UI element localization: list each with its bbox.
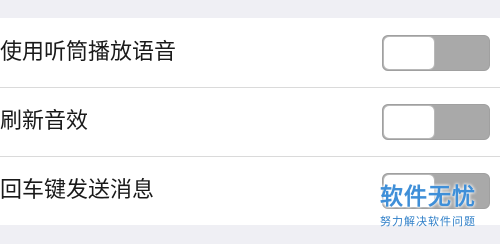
setting-label-earpiece-playback: 使用听筒播放语音: [0, 39, 177, 65]
toggle-knob: [383, 174, 435, 208]
toggle-knob: [383, 105, 435, 139]
settings-list: 使用听筒播放语音 刷新音效 回车键发送消息: [0, 18, 500, 225]
setting-label-enter-to-send: 回车键发送消息: [0, 178, 155, 203]
refresh-sound-toggle[interactable]: [382, 104, 490, 140]
setting-row-enter-to-send: 回车键发送消息: [0, 156, 500, 225]
setting-label-refresh-sound: 刷新音效: [0, 109, 89, 134]
earpiece-playback-toggle[interactable]: [382, 34, 490, 71]
enter-to-send-toggle[interactable]: [382, 173, 490, 209]
setting-row-earpiece-playback: 使用听筒播放语音: [0, 18, 500, 87]
setting-row-refresh-sound: 刷新音效: [0, 87, 500, 156]
settings-screen: 使用听筒播放语音 刷新音效 回车键发送消息 软件无忧 努力解决软件问题: [0, 0, 500, 244]
toggle-knob: [383, 35, 435, 70]
